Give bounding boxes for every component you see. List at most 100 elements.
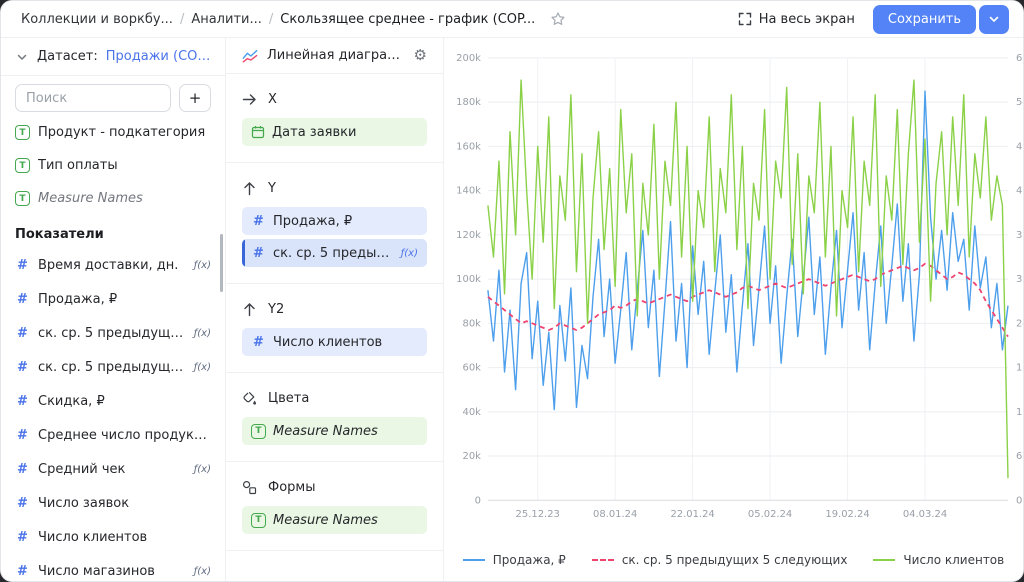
legend-item-1[interactable]: ск. ср. 5 предыдущих 5 следующих	[592, 553, 848, 567]
field-chip-label: Число клиентов	[273, 335, 418, 350]
dataset-name-link[interactable]: Продажи (COP...	[106, 49, 211, 64]
measure-type-icon: #	[251, 335, 266, 350]
field-item[interactable]: #Скидка, ₽	[1, 384, 225, 418]
field-item[interactable]: #ск. ср. 5 предыдущихƒ(x)	[1, 316, 225, 350]
breadcrumb-analytics[interactable]: Аналити...	[191, 12, 262, 27]
field-label: Скидка, ₽	[38, 394, 211, 409]
section-x: X Дата заявки	[226, 74, 443, 163]
arrow-right-icon	[242, 92, 258, 107]
field-item[interactable]: #Число клиентов	[1, 520, 225, 554]
field-item[interactable]: # Продажа, ₽	[1, 282, 225, 316]
section-y2: Y2 # Число клиентов	[226, 284, 443, 373]
measure-type-icon: #	[15, 428, 30, 443]
x-axis-label: 25.12.23	[516, 509, 560, 520]
y-left-axis-label: 80k	[462, 318, 481, 329]
palette-icon	[242, 391, 258, 406]
fullscreen-label: На весь экран	[759, 12, 855, 27]
field-label: Тип оплаты	[38, 158, 211, 173]
field-label: Средний чек	[38, 462, 186, 477]
y-left-axis-label: 0	[475, 495, 481, 506]
field-chip[interactable]: # Число клиентов	[242, 328, 427, 356]
section-header-shapes: Формы	[242, 476, 427, 498]
measures-list: #Время доставки, дн.ƒ(x)#Продажа, ₽#ск. …	[1, 248, 225, 581]
formula-icon: ƒ(x)	[194, 260, 211, 271]
chart-type-label: Линейная диаграмма	[267, 48, 405, 63]
field-label: Число магазинов	[38, 564, 186, 579]
section-label: Y2	[268, 302, 284, 317]
arrow-up-icon	[242, 181, 258, 196]
field-chip[interactable]: Дата заявки	[242, 118, 427, 146]
measure-type-icon: #	[15, 462, 30, 477]
y-left-axis-label: 60k	[462, 363, 481, 374]
breadcrumb-current[interactable]: Скользящее среднее - график (COP...	[280, 12, 535, 27]
save-button[interactable]: Сохранить	[873, 5, 976, 34]
formula-icon: ƒ(x)	[194, 328, 211, 339]
section-header-y: Y	[242, 177, 427, 199]
field-chip-label: Measure Names	[273, 513, 418, 528]
y-right-axis-label: 18	[1016, 363, 1023, 374]
fullscreen-button[interactable]: На весь экран	[738, 12, 855, 27]
legend-label: ск. ср. 5 предыдущих 5 следующих	[622, 553, 848, 567]
field-chip[interactable]: #ск. ср. 5 предыд...ƒ(x)	[242, 239, 427, 267]
header-actions: На весь экран Сохранить	[738, 5, 1009, 34]
field-label: Среднее число продукто...	[38, 428, 211, 443]
measures-section-title: Показатели	[1, 215, 225, 248]
legend-item-0[interactable]: Продажа, ₽	[463, 553, 566, 567]
y-right-axis-label: 12	[1016, 407, 1023, 418]
calendar-icon	[251, 125, 265, 139]
favorite-star-icon[interactable]	[550, 11, 566, 27]
section-shapes: Формы TMeasure Names	[226, 462, 443, 551]
y-left-axis-label: 180k	[456, 97, 481, 108]
field-label: Продажа, ₽	[38, 292, 211, 307]
field-label: Число заявок	[38, 496, 211, 511]
search-input[interactable]	[15, 84, 171, 112]
field-chip-label: Продажа, ₽	[273, 214, 418, 229]
field-item[interactable]: TMeasure Names	[1, 182, 225, 215]
measure-type-icon: #	[15, 360, 30, 375]
measure-type-icon: #	[251, 246, 266, 261]
field-item[interactable]: #Время доставки, дн.ƒ(x)	[1, 248, 225, 282]
save-dropdown-button[interactable]	[979, 5, 1009, 34]
dataset-row: Датасет: Продажи (COP...	[1, 38, 225, 76]
add-field-button[interactable]: +	[179, 84, 211, 112]
section-label: Y	[268, 181, 276, 196]
dimensions-list: TПродукт - подкатегорияTТип оплатыTMeasu…	[1, 116, 225, 215]
section-label: X	[268, 92, 277, 107]
x-axis-label: 04.03.24	[903, 509, 947, 520]
breadcrumb-separator: /	[180, 12, 184, 27]
legend-line-swatch	[592, 559, 614, 561]
y-right-axis-label: 6	[1016, 451, 1022, 462]
scrollbar-thumb[interactable]	[220, 234, 223, 292]
section-label: Цвета	[268, 391, 309, 406]
field-item[interactable]: # Число заявок	[1, 486, 225, 520]
field-chip[interactable]: #Продажа, ₽	[242, 207, 427, 235]
field-item[interactable]: TПродукт - подкатегория	[1, 116, 225, 149]
legend-line-swatch	[463, 559, 485, 561]
field-item[interactable]: TТип оплаты	[1, 149, 225, 182]
field-label: ск. ср. 5 предыдущих...	[38, 360, 186, 375]
section-colors: Цвета TMeasure Names	[226, 373, 443, 462]
breadcrumb-collections[interactable]: Коллекции и воркбу...	[21, 12, 173, 27]
y-right-axis-label: 0	[1016, 495, 1022, 506]
y-right-axis-label: 48	[1016, 141, 1023, 152]
chart-type-selector[interactable]: Линейная диаграмма ⚙	[226, 38, 443, 74]
breadcrumb-separator: /	[269, 12, 273, 27]
y-left-axis-label: 200k	[456, 53, 481, 64]
measure-type-icon: #	[15, 292, 30, 307]
field-chip[interactable]: TMeasure Names	[242, 506, 427, 534]
measure-type-icon: #	[15, 496, 30, 511]
field-item[interactable]: #Средний чекƒ(x)	[1, 452, 225, 486]
legend-item-2[interactable]: Число клиентов	[873, 553, 1004, 567]
chart-config-panel: Линейная диаграмма ⚙ XДата заявкиY#Прода…	[226, 38, 444, 581]
settings-gear-icon[interactable]: ⚙	[414, 48, 427, 63]
legend-line-swatch	[873, 559, 895, 561]
field-label: Число клиентов	[38, 530, 211, 545]
line-chart: 25.12.2308.01.2422.01.2405.02.2419.02.24…	[444, 38, 1023, 581]
chevron-down-icon[interactable]	[15, 50, 29, 64]
dataset-label: Датасет:	[37, 49, 98, 64]
field-chip[interactable]: TMeasure Names	[242, 417, 427, 445]
field-item[interactable]: # Среднее число продукто...	[1, 418, 225, 452]
dimension-type-icon: T	[251, 424, 266, 439]
field-item[interactable]: #Число магазиновƒ(x)	[1, 554, 225, 581]
field-item[interactable]: #ск. ср. 5 предыдущих...ƒ(x)	[1, 350, 225, 384]
